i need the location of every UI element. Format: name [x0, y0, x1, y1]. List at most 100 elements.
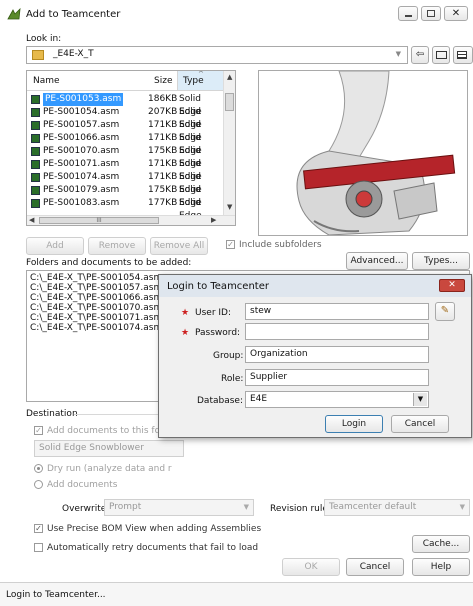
list-item[interactable]: PE-S001071.asm 171KB Solid Edge: [27, 158, 223, 182]
destination-folder-field[interactable]: Solid Edge Snowblower: [34, 440, 184, 457]
file-name: PE-S001053.asm: [43, 93, 124, 106]
list-item[interactable]: PE-S001070.asm 175KB Solid Edge: [27, 145, 223, 169]
database-select[interactable]: E4E ▼: [245, 391, 429, 408]
overwrite-value: Prompt: [109, 502, 142, 512]
up-folder-icon: [436, 51, 447, 59]
scroll-right-icon[interactable]: ▶: [211, 216, 216, 224]
scroll-down-icon[interactable]: ▼: [227, 203, 232, 211]
remove-all-button[interactable]: Remove All: [150, 237, 208, 255]
file-size: 171KB: [148, 133, 178, 143]
remove-button[interactable]: Remove: [88, 237, 146, 255]
dry-run-label: Dry run (analyze data and r: [47, 464, 172, 474]
file-size: 175KB: [148, 185, 178, 195]
chevron-down-icon: ▼: [413, 393, 427, 406]
group-input[interactable]: Organization: [245, 346, 429, 363]
password-input[interactable]: [245, 323, 429, 340]
chevron-down-icon: ▼: [243, 503, 249, 511]
checkbox-checked-icon: ✓: [34, 426, 43, 435]
assembly-file-icon: [31, 108, 40, 117]
overwrite-select[interactable]: Prompt ▼: [104, 499, 254, 516]
ok-button[interactable]: OK: [282, 558, 340, 576]
close-icon: ✕: [448, 280, 456, 290]
column-header-name[interactable]: Name: [33, 76, 60, 86]
add-to-folder-checkbox[interactable]: ✓ Add documents to this folde: [34, 426, 174, 436]
auto-retry-checkbox[interactable]: Automatically retry documents that fail …: [34, 543, 258, 553]
file-list-vscrollbar[interactable]: ▲ ▼: [223, 71, 235, 215]
close-window-button[interactable]: ✕: [444, 6, 468, 21]
chevron-down-icon: ▼: [395, 50, 401, 58]
scroll-thumb[interactable]: [225, 93, 234, 111]
file-name: PE-S001083.asm: [43, 198, 120, 208]
file-list[interactable]: Name Size Type ^ PE-S001053.asm 186KB So…: [26, 70, 236, 226]
view-menu-button[interactable]: [453, 46, 473, 64]
look-in-label: Look in:: [26, 34, 62, 44]
file-size: 175KB: [148, 146, 178, 156]
column-header-size[interactable]: Size: [154, 76, 172, 86]
add-documents-radio[interactable]: Add documents: [34, 480, 117, 490]
login-dialog: Login to Teamcenter ✕ ★ User ID: stew ✎ …: [158, 274, 472, 438]
revision-rule-select[interactable]: Teamcenter default ▼: [324, 499, 470, 516]
advanced-button[interactable]: Advanced...: [346, 252, 408, 270]
close-icon: ✕: [451, 8, 461, 19]
database-value: E4E: [250, 394, 268, 404]
pen-icon: ✎: [440, 305, 450, 316]
up-folder-button[interactable]: [432, 46, 450, 64]
role-input[interactable]: Supplier: [245, 369, 429, 386]
list-item[interactable]: PE-S001053.asm 186KB Solid Edge: [27, 93, 223, 117]
list-item[interactable]: PE-S001083.asm 177KB Solid Edge: [27, 197, 223, 221]
file-name: PE-S001071.asm: [43, 159, 120, 169]
list-item[interactable]: PE-S001066.asm 171KB Solid Edge: [27, 132, 223, 156]
password-label: Password:: [195, 328, 241, 338]
preview-pane: [258, 70, 468, 236]
add-button[interactable]: Add: [26, 237, 84, 255]
column-header-type-cell[interactable]: Type ^: [178, 71, 223, 90]
file-name: PE-S001057.asm: [43, 120, 120, 130]
scroll-up-icon[interactable]: ▲: [227, 73, 232, 81]
view-grid-icon: [457, 51, 467, 59]
minimize-button[interactable]: [398, 6, 418, 21]
maximize-button[interactable]: [421, 6, 441, 21]
list-item[interactable]: PE-S001079.asm 175KB Solid Edge: [27, 184, 223, 208]
required-star-icon: ★: [181, 308, 190, 318]
cancel-button[interactable]: Cancel: [346, 558, 404, 576]
cache-button[interactable]: Cache...: [412, 535, 470, 553]
assembly-file-icon: [31, 199, 40, 208]
login-button[interactable]: Login: [325, 415, 383, 433]
window-title: Add to Teamcenter: [26, 9, 121, 20]
hscroll-thumb[interactable]: III: [39, 217, 159, 224]
look-in-select[interactable]: _E4E-X_T ▼: [26, 46, 408, 64]
minimize-icon: [405, 15, 412, 17]
file-size: 171KB: [148, 120, 178, 130]
file-list-hscrollbar[interactable]: ◀ III ▶: [27, 215, 235, 225]
file-size: 207KB: [148, 107, 178, 117]
types-button[interactable]: Types...: [412, 252, 470, 270]
user-settings-button[interactable]: ✎: [435, 302, 455, 321]
hscroll-grip: III: [96, 217, 102, 224]
include-subfolders-checkbox[interactable]: ✓ Include subfolders: [226, 240, 322, 250]
list-item[interactable]: PE-S001057.asm 171KB Solid Edge: [27, 119, 223, 143]
group-label: Group:: [213, 351, 244, 361]
precise-bom-label: Use Precise BOM View when adding Assembl…: [47, 524, 262, 534]
snowblower-preview-image: [296, 71, 456, 235]
assembly-file-icon: [31, 173, 40, 182]
login-cancel-button[interactable]: Cancel: [391, 415, 449, 433]
role-label: Role:: [221, 374, 244, 384]
login-close-button[interactable]: ✕: [439, 279, 465, 292]
file-list-header: Name Size Type ^: [27, 71, 223, 91]
precise-bom-checkbox[interactable]: ✓ Use Precise BOM View when adding Assemb…: [34, 524, 261, 534]
auto-retry-label: Automatically retry documents that fail …: [47, 543, 259, 553]
back-button[interactable]: ⇦: [411, 46, 429, 64]
list-item[interactable]: PE-S001074.asm 171KB Solid Edge: [27, 171, 223, 195]
user-id-input[interactable]: stew: [245, 303, 429, 320]
add-to-folder-label: Add documents to this folde: [47, 426, 174, 436]
dry-run-radio[interactable]: Dry run (analyze data and r: [34, 464, 172, 474]
file-name: PE-S001066.asm: [43, 133, 120, 143]
radio-selected-icon: [34, 464, 43, 473]
file-size: 171KB: [148, 159, 178, 169]
list-item[interactable]: PE-S001054.asm 207KB Solid Edge: [27, 106, 223, 130]
scroll-left-icon[interactable]: ◀: [29, 216, 34, 224]
revision-rule-label: Revision rule:: [270, 504, 331, 514]
help-button[interactable]: Help: [412, 558, 470, 576]
file-size: 171KB: [148, 172, 178, 182]
overwrite-label: Overwrite:: [62, 504, 110, 514]
